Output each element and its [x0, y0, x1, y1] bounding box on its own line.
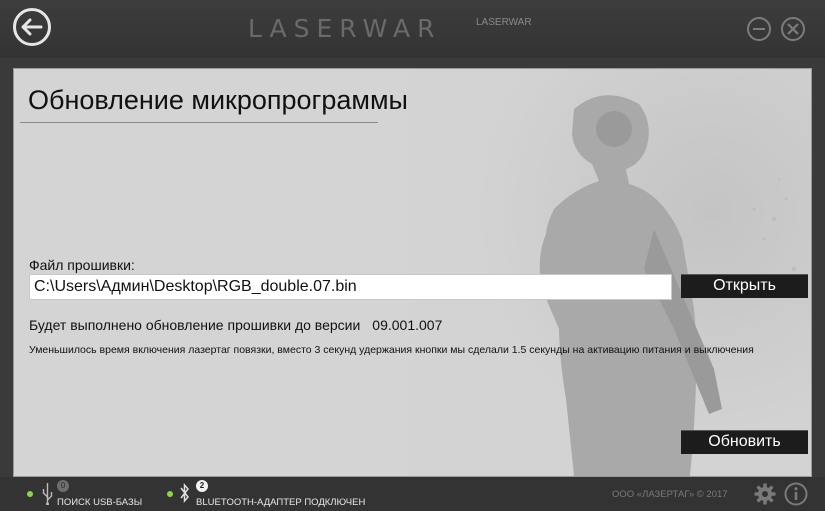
usb-status-indicator — [27, 491, 33, 497]
back-button[interactable] — [13, 8, 51, 46]
firmware-file-input[interactable] — [29, 274, 672, 300]
bluetooth-status-text: BLUETOOTH-АДАПТЕР ПОДКЛЮЧЕН — [196, 497, 366, 508]
app-logo-small: LASERWAR — [476, 17, 532, 28]
gear-icon[interactable] — [754, 483, 776, 505]
close-button[interactable] — [781, 17, 805, 41]
version-number: 09.001.007 — [372, 317, 443, 333]
bluetooth-icon — [180, 483, 189, 503]
status-bar: 0 ПОИСК USB-БАЗЫ 2 BLUETOOTH-АДАПТЕР ПОД… — [0, 477, 825, 511]
version-info: Будет выполнено обновление прошивки до в… — [29, 317, 442, 333]
close-icon — [787, 23, 799, 35]
title-divider — [20, 122, 378, 123]
copyright-text: ООО «ЛАЗЕРТАГ» © 2017 — [612, 489, 728, 500]
firmware-file-label: Файл прошивки: — [29, 257, 135, 273]
usb-icon — [42, 483, 53, 505]
bluetooth-status-indicator — [167, 491, 173, 497]
info-icon[interactable] — [784, 482, 808, 506]
title-bar: LASERWAR LASERWAR — [0, 0, 825, 58]
open-file-button[interactable]: Открыть — [681, 274, 808, 298]
minimize-button[interactable] — [747, 17, 771, 41]
back-arrow-icon — [21, 18, 43, 36]
page-title: Обновление микропрограммы — [28, 85, 408, 115]
version-label: Будет выполнено обновление прошивки до в… — [29, 317, 361, 333]
firmware-description: Уменьшилось время включения лазертаг пов… — [29, 344, 754, 356]
bluetooth-count-badge: 2 — [196, 480, 208, 492]
app-logo: LASERWAR — [248, 14, 442, 43]
usb-status-text: ПОИСК USB-БАЗЫ — [57, 497, 143, 508]
usb-count-badge: 0 — [57, 480, 69, 492]
minimize-icon — [753, 28, 765, 30]
update-button[interactable]: Обновить — [681, 430, 808, 454]
firmware-update-panel: Обновление микропрограммы Файл прошивки:… — [13, 68, 812, 477]
